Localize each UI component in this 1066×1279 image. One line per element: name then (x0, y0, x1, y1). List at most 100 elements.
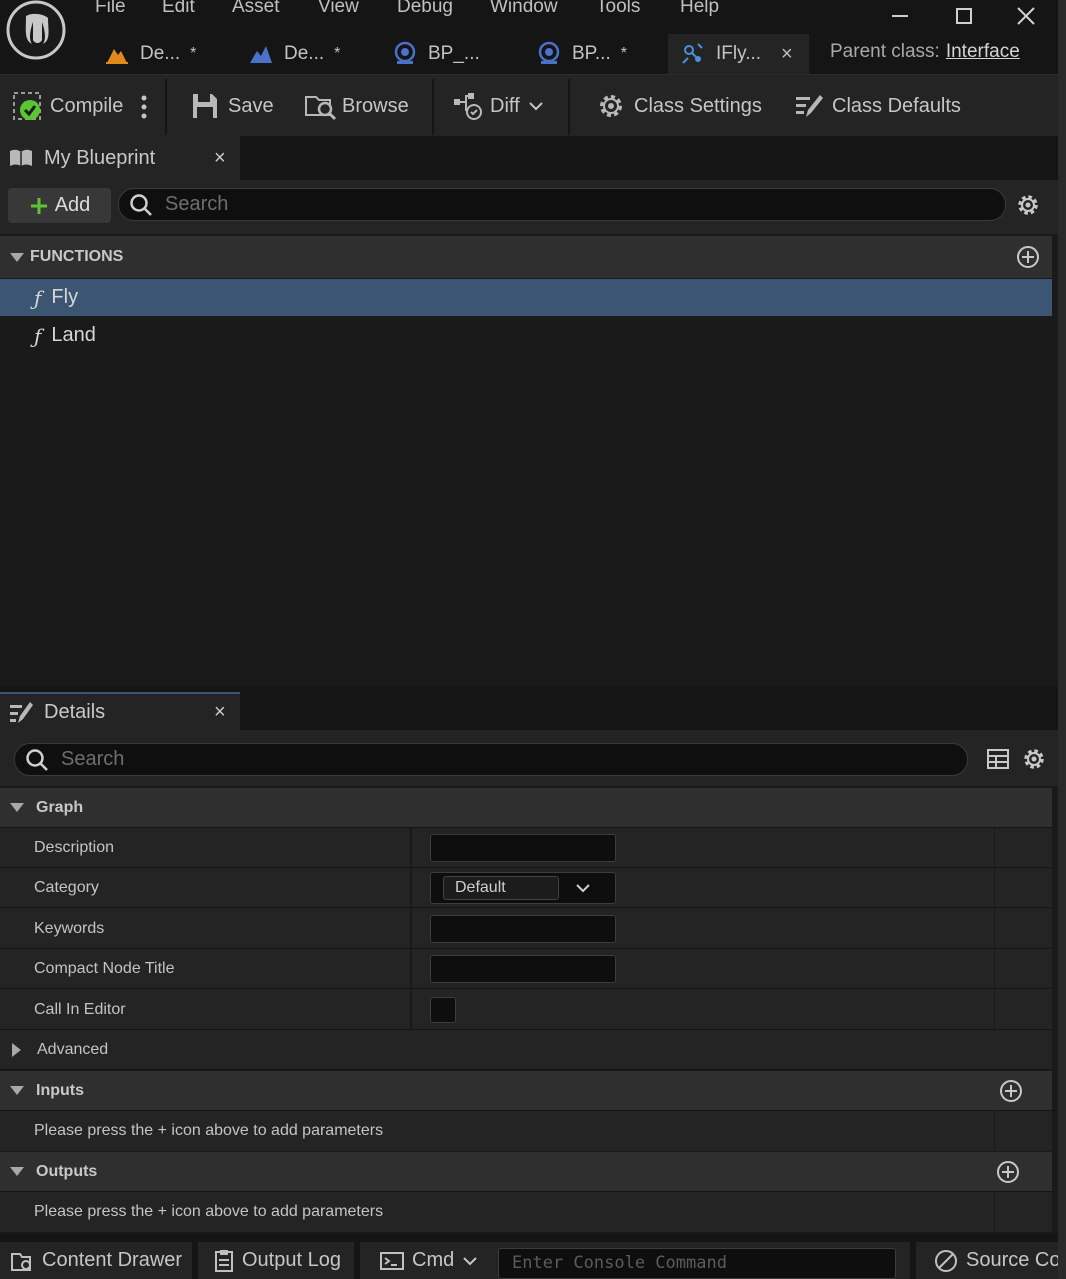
details-tab[interactable]: Details × (0, 692, 240, 730)
column-divider (994, 1192, 995, 1232)
toolbar-divider (568, 79, 570, 135)
table-view-icon[interactable] (986, 747, 1010, 771)
function-name: Land (51, 324, 96, 346)
class-settings-label: Class Settings (634, 94, 762, 117)
description-field[interactable] (430, 834, 616, 862)
column-divider[interactable] (410, 949, 412, 989)
property-compact-node-title: Compact Node Title (0, 949, 1052, 989)
compile-check-icon (12, 91, 42, 121)
functions-header[interactable]: FUNCTIONS (0, 236, 1052, 278)
function-item-land[interactable]: ƒ Land (0, 317, 1052, 354)
property-label: Keywords (34, 920, 105, 937)
diff-label: Diff (490, 94, 520, 117)
plus-icon (29, 196, 49, 216)
content-drawer-icon (10, 1250, 34, 1272)
chevron-down-icon (528, 100, 544, 112)
add-input-icon[interactable] (999, 1079, 1023, 1103)
function-icon: ƒ (34, 323, 42, 348)
compact-node-title-field[interactable] (430, 955, 616, 983)
close-tab-icon[interactable]: × (781, 43, 793, 66)
menu-help[interactable]: Help (680, 0, 719, 18)
property-call-in-editor: Call In Editor (0, 989, 1052, 1030)
compile-label: Compile (50, 94, 124, 117)
save-button[interactable]: Save (190, 75, 274, 137)
menu-tools[interactable]: Tools (596, 0, 640, 18)
add-output-icon[interactable] (996, 1160, 1020, 1184)
gear-icon[interactable] (1016, 193, 1040, 217)
close-window-icon[interactable] (1014, 4, 1038, 28)
menu-debug[interactable]: Debug (397, 0, 453, 18)
browse-button[interactable]: Browse (304, 75, 409, 137)
console-command-input[interactable]: Enter Console Command (498, 1248, 896, 1279)
minimize-icon[interactable] (888, 4, 912, 28)
details-search-input[interactable]: Search (14, 743, 968, 776)
compile-button[interactable]: Compile (12, 75, 123, 137)
property-label: Description (34, 839, 115, 856)
doc-tab-3[interactable]: BP_... (390, 34, 530, 74)
column-divider[interactable] (410, 989, 412, 1029)
window-edge (1058, 0, 1066, 1279)
menu-edit[interactable]: Edit (162, 0, 195, 18)
close-panel-icon[interactable]: × (214, 147, 226, 170)
add-function-icon[interactable] (1016, 245, 1040, 269)
doc-tab-4[interactable]: BP... * (534, 34, 668, 74)
add-button[interactable]: Add (8, 188, 111, 223)
inputs-group-header[interactable]: Inputs (0, 1071, 1052, 1111)
doc-tab-active[interactable]: IFly... × (668, 34, 809, 74)
blueprint-search-input[interactable]: Search (118, 188, 1006, 221)
maximize-icon[interactable] (952, 4, 976, 28)
gear-icon[interactable] (1022, 747, 1046, 771)
compile-options-icon[interactable] (140, 94, 148, 120)
chevron-down-icon (575, 882, 591, 894)
category-combo[interactable]: Default (430, 872, 616, 904)
close-panel-icon[interactable]: × (214, 701, 226, 724)
unsaved-marker: * (190, 45, 197, 62)
column-divider (994, 868, 995, 908)
class-defaults-button[interactable]: Class Defaults (794, 75, 961, 137)
parent-class-link[interactable]: Interface (946, 41, 1020, 62)
functions-header-label: FUNCTIONS (30, 248, 124, 265)
content-drawer-button[interactable]: Content Drawer (0, 1242, 192, 1279)
column-divider[interactable] (410, 908, 412, 948)
advanced-label: Advanced (37, 1040, 109, 1058)
search-placeholder: Search (165, 193, 229, 215)
doc-tab-label: IFly... (716, 43, 762, 64)
inputs-hint: Please press the + icon above to add par… (34, 1122, 384, 1139)
menu-asset[interactable]: Asset (232, 0, 280, 18)
function-item-fly[interactable]: ƒ Fly (0, 279, 1052, 316)
diff-button[interactable]: Diff (452, 75, 544, 137)
outputs-group-header[interactable]: Outputs (0, 1152, 1052, 1192)
property-category: Category Default (0, 868, 1052, 908)
class-defaults-label: Class Defaults (832, 94, 961, 117)
doc-tab-1[interactable]: De... * (102, 34, 238, 74)
inputs-hint-row: Please press the + icon above to add par… (0, 1111, 1052, 1151)
toolbar: Compile Save Browse Diff Class Settings (0, 74, 1058, 136)
content-drawer-label: Content Drawer (42, 1249, 183, 1271)
column-divider[interactable] (410, 828, 412, 868)
unreal-logo-icon[interactable] (4, 0, 68, 62)
my-blueprint-tab[interactable]: My Blueprint × (0, 136, 240, 180)
source-control-button[interactable]: Source Control (916, 1242, 1066, 1279)
cmd-dropdown[interactable]: Cmd (380, 1249, 478, 1272)
call-in-editor-checkbox[interactable] (430, 997, 456, 1023)
graph-group-header[interactable]: Graph (0, 788, 1052, 828)
class-defaults-icon (794, 91, 824, 121)
function-icon: ƒ (34, 285, 42, 310)
category-value[interactable]: Default (443, 876, 559, 900)
chevron-down-icon (462, 1255, 478, 1267)
advanced-group-header[interactable]: Advanced (0, 1030, 1052, 1070)
class-settings-button[interactable]: Class Settings (596, 75, 762, 137)
add-label: Add (54, 194, 91, 216)
menu-file[interactable]: File (95, 0, 126, 18)
menu-view[interactable]: View (318, 0, 359, 18)
details-icon (8, 699, 34, 725)
keywords-field[interactable] (430, 915, 616, 943)
column-divider[interactable] (410, 868, 412, 908)
cmd-label: Cmd (412, 1249, 455, 1271)
parent-class: Parent class: Interface (830, 41, 1020, 63)
expand-arrow-icon (10, 1167, 24, 1176)
expand-arrow-icon (10, 803, 24, 812)
output-log-button[interactable]: Output Log (198, 1242, 354, 1279)
doc-tab-2[interactable]: De... * (246, 34, 382, 74)
menu-window[interactable]: Window (490, 0, 558, 18)
